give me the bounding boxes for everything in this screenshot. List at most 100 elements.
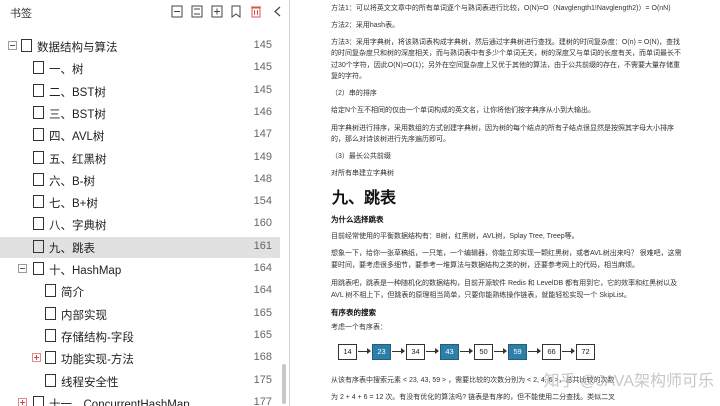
document-view: 方法1：可以将英文文章中的所有单词逐个与熟词表进行比较，O(N)=O（Navgl… (291, 0, 720, 406)
bookmark-label: 线程安全性 (61, 376, 119, 389)
bookmark-label: 一、树 (49, 64, 84, 77)
bookmark-page-number: 149 (253, 150, 272, 163)
bookmark-item[interactable]: 三、BST树 146 (0, 103, 280, 124)
bookmark-item[interactable]: 内部实现 165 (0, 304, 280, 325)
paragraph-line: 复的字符。 (331, 73, 366, 80)
expand-toggle-icon[interactable] (32, 353, 41, 363)
bookmark-label: 内部实现 (61, 309, 107, 322)
bookmark-page-number: 165 (253, 328, 272, 341)
delete-icon[interactable] (250, 5, 262, 18)
bookmark-page-number: 175 (253, 373, 272, 386)
paragraph-line: 过30个字符，因此O(N)=O(1)；另外在空间复杂度上又优于其他的算法，由于公… (331, 62, 681, 69)
bookmark-item[interactable]: 存储结构-字段 165 (0, 326, 280, 347)
collapse-toggle-icon[interactable] (8, 41, 17, 50)
bookmark-page-icon (45, 328, 56, 342)
list-node: 72 (576, 344, 595, 360)
panel-title: 书签 (10, 8, 32, 20)
scrollbar-thumb[interactable] (282, 364, 286, 404)
bookmark-item[interactable]: 十、HashMap 164 (0, 259, 280, 280)
bookmark-item[interactable]: 简介 164 (0, 281, 280, 302)
bookmark-page-icon (45, 306, 56, 320)
list-node: 50 (474, 344, 493, 360)
paragraph-line: 为 2 + 4 + 6 = 12 次。有没有优化的算法吗? 链表是有序的，但不能… (331, 394, 616, 401)
paragraph-line: （2）串的排序 (331, 90, 377, 97)
arrow-icon (460, 348, 473, 354)
subsection-heading: 有序表的搜索 (331, 308, 376, 317)
bookmarks-panel: 书签 数据结构与算法 145 一、树 145 二、BST树 145 三、BST树 146 四、A… (0, 0, 290, 406)
collapse-toggle-icon[interactable] (18, 264, 27, 273)
bookmark-item[interactable]: 五、红黑树 149 (0, 148, 280, 169)
paragraph-line: 给定N个互不相同的仅由一个单词构成的英文名，让你将他们按字典序从小到大输出。 (331, 107, 596, 114)
bookmark-page-number: 154 (253, 195, 272, 208)
bookmark-icon[interactable] (230, 5, 242, 18)
list-node: 14 (338, 344, 357, 360)
watermark: 知乎 @JAVA架构师可乐 (543, 373, 714, 390)
paragraph-line: 目前经常使用的平衡数据结构有：B树，红黑树，AVL树，Splay Tree, T… (331, 233, 579, 240)
paragraph-line: 想象一下，给你一张草稿纸，一只笔，一个编辑器，你能立即实现一颗红黑树，或者AVL… (331, 250, 682, 257)
bookmark-label: 功能实现-方法 (61, 354, 134, 367)
section-heading: 九、跳表 (332, 190, 397, 207)
bookmark-label: 三、BST树 (49, 108, 106, 121)
bookmark-page-icon (33, 172, 44, 186)
bookmark-label: 八、字典树 (49, 220, 107, 233)
paragraph-line: 考虑一个有序表： (331, 324, 387, 331)
bookmark-item[interactable]: 八、字典树 160 (0, 214, 280, 235)
list-node: 43 (440, 344, 459, 360)
bookmark-page-icon (45, 351, 56, 365)
arrow-icon (528, 348, 541, 354)
bookmark-item[interactable]: 七、B+树 154 (0, 192, 280, 213)
bookmark-item[interactable]: 数据结构与算法 145 (0, 36, 280, 57)
bookmark-page-number: 147 (253, 128, 272, 141)
bookmark-label: 四、AVL树 (49, 131, 105, 144)
bookmark-label: 简介 (61, 287, 84, 300)
bookmark-page-number: 160 (253, 217, 272, 230)
bookmark-page-icon (33, 195, 44, 209)
add-bookmark-icon[interactable] (211, 5, 223, 18)
bookmark-item[interactable]: 九、跳表 161 (0, 236, 280, 258)
bookmark-item[interactable]: 功能实现-方法 168 (0, 348, 280, 369)
paragraph-line: 用跳表吧，跳表是一种随机化的数据结构，目前开源软件 Redis 和 LevelD… (331, 280, 678, 287)
bookmark-page-icon (33, 395, 44, 406)
bookmark-page-icon (33, 83, 44, 97)
paragraph-line: AVL 树不相上下，但跳表的原理相当简单，只要你能熟练操作链表，就能轻松实现一个… (331, 292, 631, 299)
bookmark-page-number: 164 (253, 262, 272, 274)
bookmark-label: 十一、ConcurrentHashMap (49, 398, 190, 406)
bookmark-label: 十、HashMap (49, 265, 122, 277)
bookmark-label: 七、B+树 (49, 198, 98, 211)
bookmark-label: 五、红黑树 (49, 153, 107, 166)
bookmark-page-icon (33, 262, 44, 275)
bookmark-page-icon (45, 373, 56, 387)
bookmark-page-icon (33, 128, 44, 142)
paragraph-line: 的时间复杂度只和树的深度相关，而与熟词表中有多少个单词无关，树的深度又与单词的长… (331, 50, 681, 57)
paragraph-line: 方法2：采用hash表。 (331, 22, 400, 29)
bookmark-item[interactable]: 十一、ConcurrentHashMap 177 (0, 393, 280, 406)
bookmark-page-number: 164 (253, 284, 272, 297)
bookmark-page-icon (33, 61, 44, 75)
paragraph-line: 方法1：可以将英文文章中的所有单词逐个与熟词表进行比较，O(N)=O（Navgl… (331, 5, 671, 12)
bookmark-page-number: 145 (253, 83, 272, 96)
expand-all-icon[interactable] (191, 5, 203, 18)
expand-toggle-icon[interactable] (18, 397, 27, 406)
bookmark-item[interactable]: 一、树 145 (0, 58, 280, 79)
paragraph-line: 要时间，要考虑很多细节，要参考一堆算法与数据结构之类的树，还要参考网上的代码，相… (331, 262, 639, 269)
collapse-all-icon[interactable] (171, 5, 183, 18)
close-panel-icon[interactable] (272, 5, 284, 18)
bookmark-item[interactable]: 六、B-树 148 (0, 170, 280, 191)
bookmark-page-number: 177 (253, 395, 272, 406)
paragraph-line: 用字典树进行排序，采用数组的方式创建字典树，因为树的每个结点的所有子结点很显然是… (331, 125, 674, 132)
bookmark-page-number: 165 (253, 306, 272, 319)
paragraph-line: 方法3：采用字典树，将该熟词表构成字典树，然后通过字典树进行查找。建树的时间复杂… (331, 39, 681, 46)
paragraph-line: 对所有串建立字典树 (331, 170, 394, 177)
bookmark-page-icon (21, 39, 32, 52)
bookmark-item[interactable]: 四、AVL树 147 (0, 125, 280, 146)
bookmark-page-icon (33, 217, 44, 231)
bookmark-label: 六、B-树 (49, 175, 95, 188)
bookmark-item[interactable]: 二、BST树 145 (0, 81, 280, 102)
bookmark-page-icon (45, 284, 56, 298)
list-node: 66 (542, 344, 561, 360)
bookmark-page-icon (33, 105, 44, 119)
bookmark-page-number: 148 (253, 172, 272, 185)
bookmark-page-number: 168 (253, 351, 272, 364)
bookmark-item[interactable]: 线程安全性 175 (0, 371, 280, 392)
bookmark-page-number: 145 (253, 39, 272, 51)
